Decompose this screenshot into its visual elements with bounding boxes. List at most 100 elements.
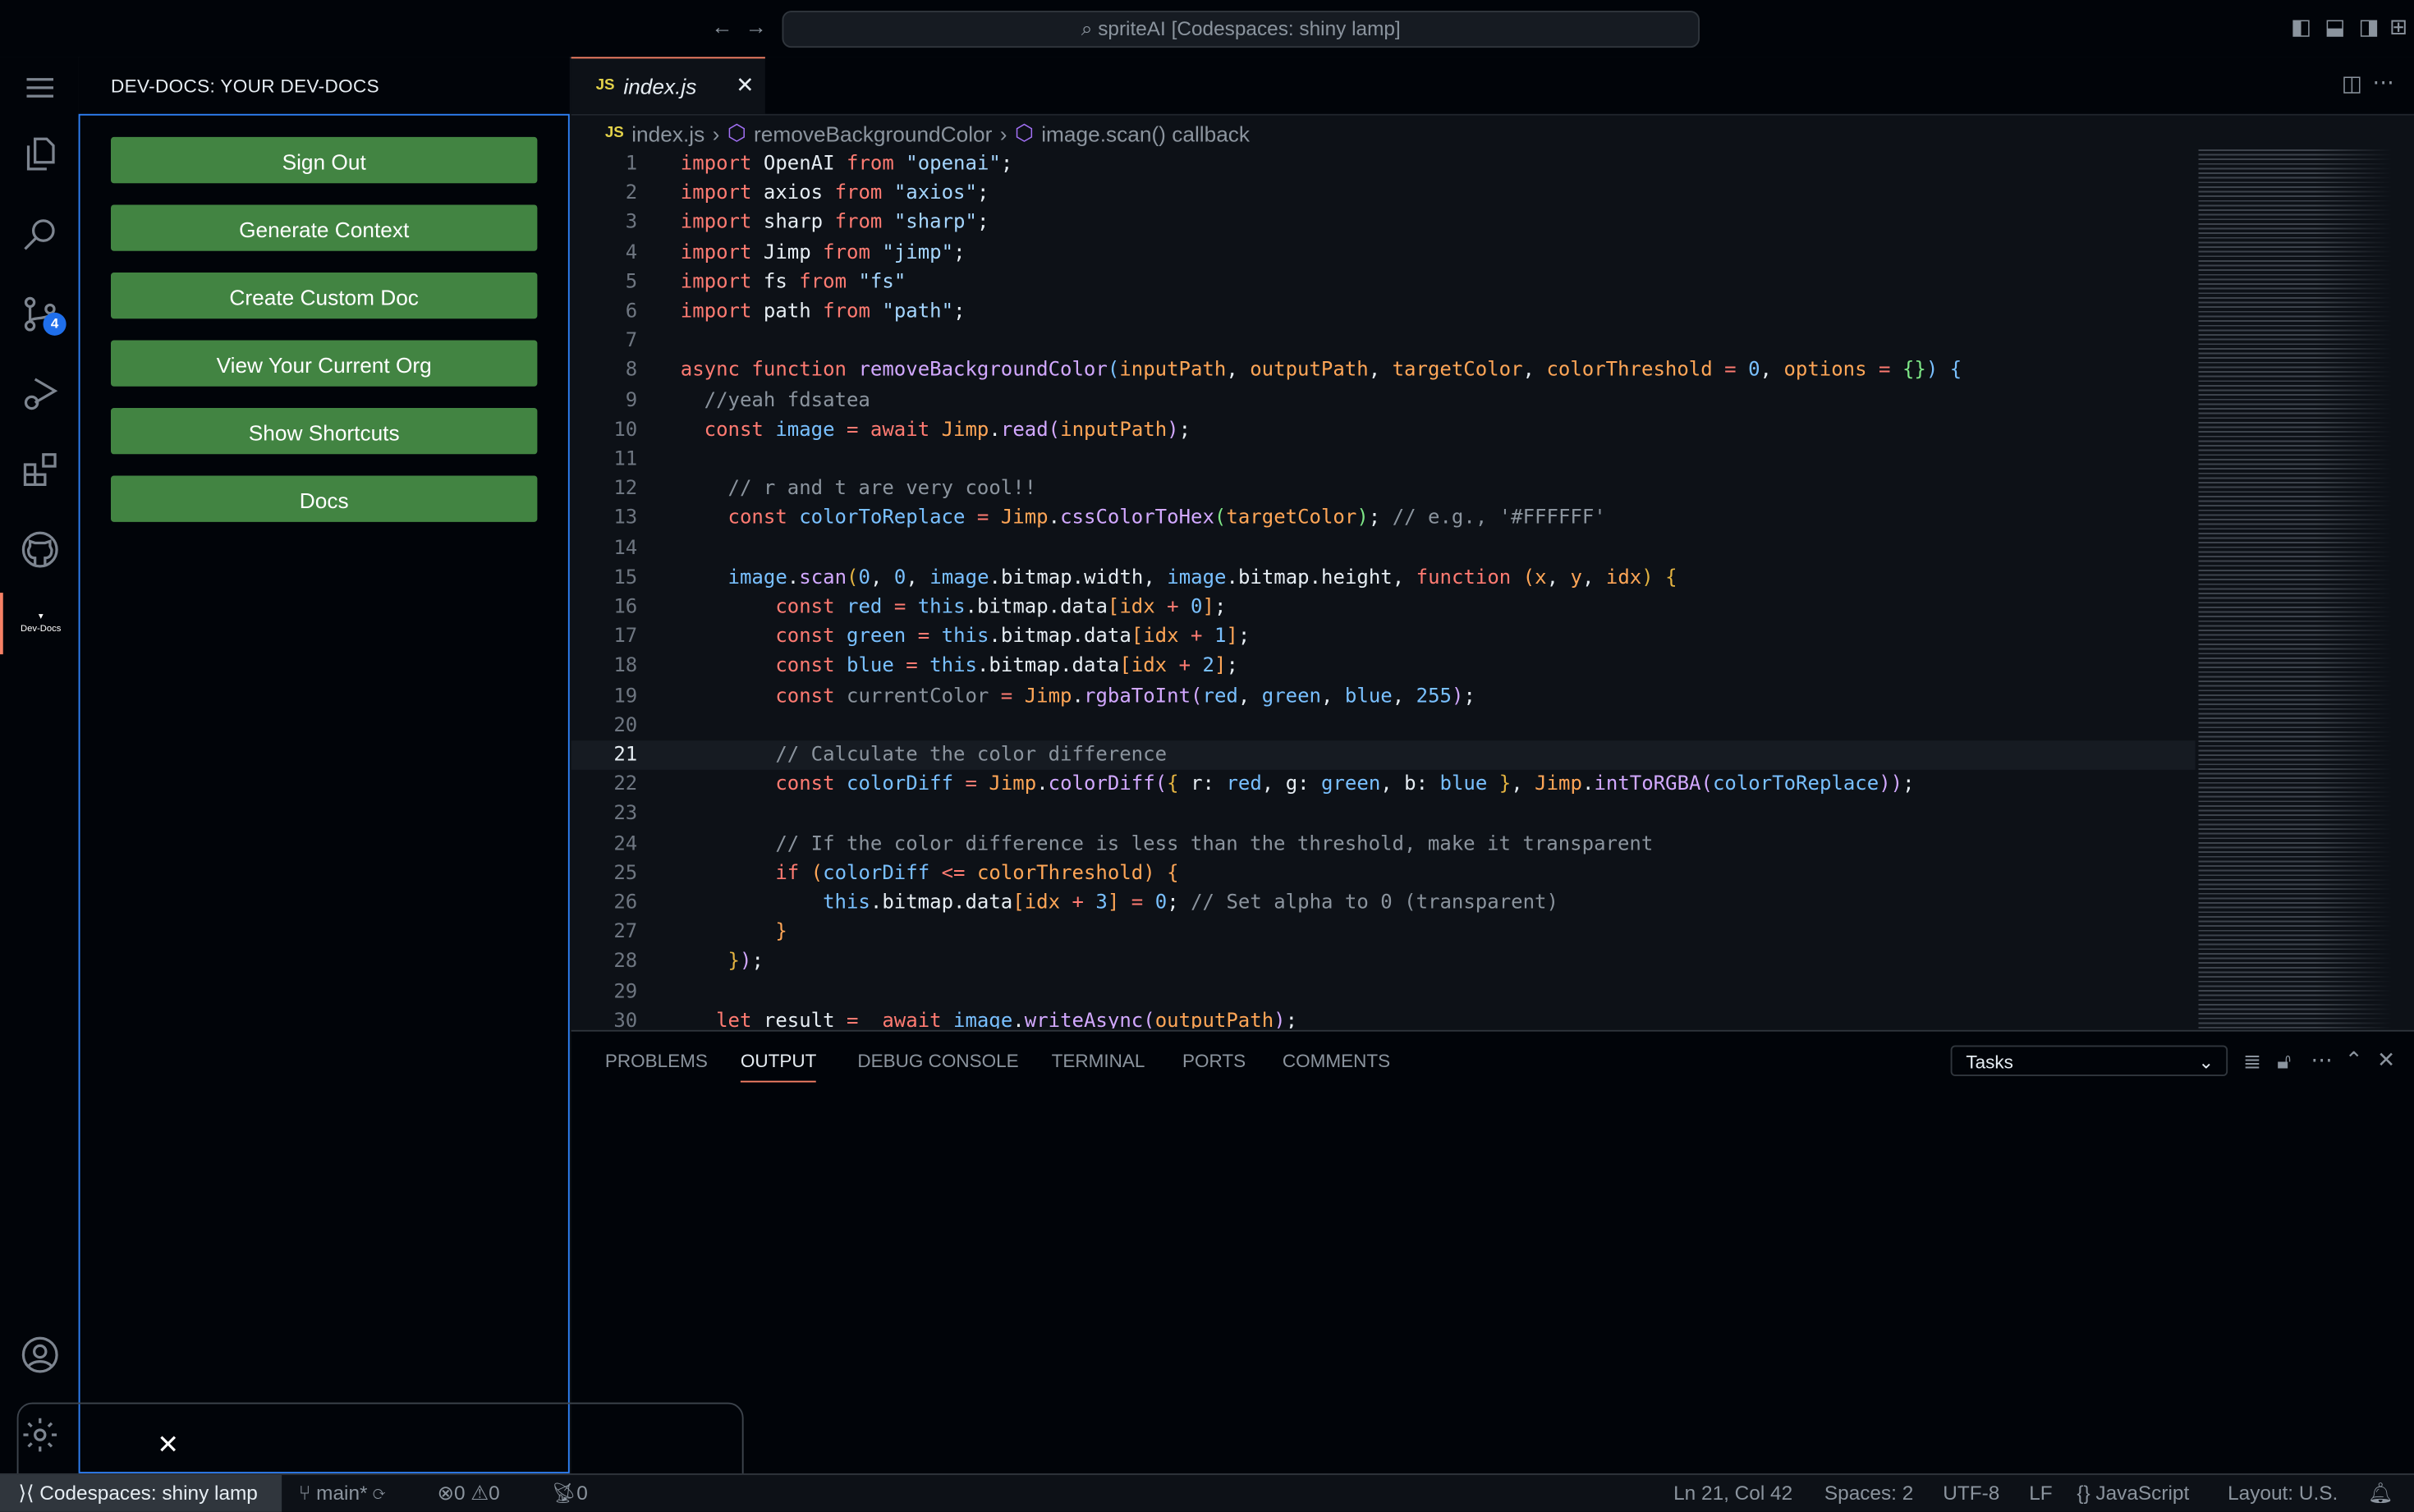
code-line[interactable]: 9 //yeah fdsatea [571, 386, 2196, 415]
close-tab-icon[interactable]: ✕ [736, 72, 754, 99]
code-token: ; [1000, 152, 1013, 176]
code-line[interactable]: 14 [571, 534, 2196, 563]
accounts-icon[interactable] [0, 1324, 79, 1386]
code-line[interactable]: 23 [571, 800, 2196, 829]
notifications-bell-icon[interactable]: 🔔︎ [2368, 1481, 2393, 1505]
menu-icon[interactable] [0, 57, 79, 118]
toggle-secondary-sidebar-icon[interactable]: ◨ [2359, 14, 2380, 40]
code-line[interactable]: 29 [571, 977, 2196, 1006]
code-token: targetColor [1226, 506, 1357, 530]
ports-status[interactable]: 📡︎0 [551, 1481, 588, 1505]
code-line[interactable]: 4 import Jimp from "jimp"; [571, 238, 2196, 268]
problems-status[interactable]: ⊗0 ⚠0 [438, 1481, 500, 1505]
code-line[interactable]: 6 import path from "path"; [571, 297, 2196, 327]
tab-index-js[interactable]: JS index.js ✕ [571, 57, 765, 114]
toggle-sidebar-icon[interactable]: ◧ [2291, 14, 2311, 40]
create-custom-doc-button[interactable]: Create Custom Doc [111, 272, 538, 319]
generate-context-button[interactable]: Generate Context [111, 204, 538, 251]
code-line[interactable]: 18 const blue = this.bitmap.data[idx + 2… [571, 652, 2196, 681]
explorer-icon[interactable] [0, 123, 79, 185]
code-line[interactable]: 11 [571, 445, 2196, 474]
code-line[interactable]: 5 import fs from "fs" [571, 268, 2196, 297]
close-panel-icon[interactable]: ✕ [2377, 1047, 2395, 1073]
customize-layout-icon[interactable]: ⊞ [2389, 14, 2407, 40]
tab-problems[interactable]: PROBLEMS [605, 1050, 708, 1071]
code-line[interactable]: 16 const red = this.bitmap.data[idx + 0]… [571, 593, 2196, 622]
code-line[interactable]: 22 const colorDiff = Jimp.colorDiff({ r:… [571, 770, 2196, 800]
code-line[interactable]: 19 const currentColor = Jimp.rgbaToInt(r… [571, 681, 2196, 711]
code-line[interactable]: 12 // r and t are very cool!! [571, 474, 2196, 504]
code-line[interactable]: 7 [571, 327, 2196, 356]
line-number: 5 [625, 270, 638, 294]
code-line[interactable]: 30 let result = await image.writeAsync(o… [571, 1006, 2196, 1029]
maximize-panel-icon[interactable]: ⌃ [2345, 1047, 2363, 1073]
tab-output[interactable]: OUTPUT [740, 1050, 817, 1083]
split-editor-icon[interactable]: ◫ [2342, 71, 2362, 97]
code-token: blue [1344, 684, 1393, 708]
code-line[interactable]: 10 const image = await Jimp.read(inputPa… [571, 415, 2196, 445]
code-token: , [1237, 684, 1262, 708]
remote-indicator[interactable]: ⟩⟨ Codespaces: shiny lamp [0, 1474, 282, 1512]
code-line[interactable]: 2 import axios from "axios"; [571, 179, 2196, 208]
code-line[interactable]: 17 const green = this.bitmap.data[idx + … [571, 622, 2196, 652]
extensions-icon[interactable] [0, 439, 79, 501]
code-text: const red = this.bitmap.data[idx + 0]; [681, 593, 1226, 622]
code-line[interactable]: 25 if (colorDiff <= colorThreshold) { [571, 859, 2196, 888]
code-line[interactable]: 28 }); [571, 947, 2196, 977]
minimap[interactable] [2198, 149, 2393, 1029]
show-shortcuts-button[interactable]: Show Shortcuts [111, 408, 538, 455]
code-editor[interactable]: 1 import OpenAI from "openai"; 2 import axi… [571, 149, 2196, 1029]
view-current-org-button[interactable]: View Your Current Org [111, 340, 538, 387]
indentation[interactable]: Spaces: 2 [1824, 1481, 1913, 1504]
code-token: options [1783, 359, 1867, 383]
run-debug-icon[interactable] [0, 362, 79, 424]
code-line[interactable]: 21 // Calculate the color difference [571, 740, 2196, 771]
breadcrumb-function[interactable]: removeBackgroundColor [754, 121, 992, 145]
code-line[interactable]: 15 image.scan(0, 0, image.bitmap.width, … [571, 563, 2196, 593]
language-mode[interactable]: {} JavaScript [2077, 1481, 2189, 1504]
code-line[interactable]: 3 import sharp from "sharp"; [571, 208, 2196, 238]
back-arrow-icon[interactable]: ← [711, 14, 732, 39]
sign-out-button[interactable]: Sign Out [111, 136, 538, 184]
tab-debug-console[interactable]: DEBUG CONSOLE [857, 1050, 1018, 1071]
code-line[interactable]: 27 } [571, 918, 2196, 947]
code-token: Jimp [941, 418, 989, 442]
symbol-method-icon: ⬡ [1014, 120, 1034, 145]
branch-status[interactable]: ⑂ main* ⟳ [299, 1481, 385, 1504]
code-line[interactable]: 26 this.bitmap.data[idx + 3] = 0; // Set… [571, 888, 2196, 918]
code-line[interactable]: 1 import OpenAI from "openai"; [571, 149, 2196, 179]
source-control-icon[interactable] [0, 283, 79, 345]
code-line[interactable]: 8 async function removeBackgroundColor(in… [571, 356, 2196, 386]
forward-arrow-icon[interactable]: → [746, 14, 767, 39]
code-line[interactable]: 24 // If the color difference is less th… [571, 829, 2196, 859]
breadcrumb-file[interactable]: index.js [631, 121, 704, 145]
more-actions-icon[interactable]: ⋯ [2372, 69, 2393, 95]
command-center[interactable]: ⌕ spriteAI [Codespaces: shiny lamp] [782, 11, 1700, 48]
code-line[interactable]: 20 [571, 711, 2196, 740]
code-line[interactable]: 13 const colorToReplace = Jimp.cssColorT… [571, 504, 2196, 534]
keyboard-layout[interactable]: Layout: U.S. [2228, 1481, 2338, 1504]
cursor-position[interactable]: Ln 21, Col 42 [1673, 1481, 1792, 1504]
code-token: } [680, 950, 740, 974]
code-token: = [1119, 891, 1155, 915]
more-actions-icon[interactable]: ⋯ [2311, 1047, 2332, 1073]
search-icon[interactable] [0, 204, 79, 265]
output-channel-select[interactable]: Tasks ⌄ [1950, 1045, 2228, 1077]
github-icon[interactable] [0, 519, 79, 580]
breadcrumb-callback[interactable]: image.scan() callback [1041, 121, 1250, 145]
code-token: ( [1107, 359, 1120, 383]
docs-button[interactable]: Docs [111, 475, 538, 522]
lock-scroll-icon[interactable]: 🔓︎ [2277, 1048, 2291, 1074]
tab-terminal[interactable]: TERMINAL [1052, 1050, 1145, 1071]
line-number: 29 [613, 979, 638, 1004]
end-of-line[interactable]: LF [2029, 1481, 2052, 1504]
toggle-panel-icon[interactable]: ⬓ [2325, 14, 2345, 40]
tab-comments[interactable]: COMMENTS [1283, 1050, 1390, 1071]
dev-docs-icon[interactable]: ▾ Dev-Docs [0, 593, 79, 655]
encoding[interactable]: UTF-8 [1943, 1481, 1999, 1504]
close-icon[interactable]: ✕ [157, 1430, 179, 1461]
code-token: "path" [870, 300, 954, 323]
clear-output-icon[interactable]: ≣ [2243, 1048, 2261, 1074]
code-token: , [1368, 359, 1393, 383]
tab-ports[interactable]: PORTS [1182, 1050, 1246, 1071]
